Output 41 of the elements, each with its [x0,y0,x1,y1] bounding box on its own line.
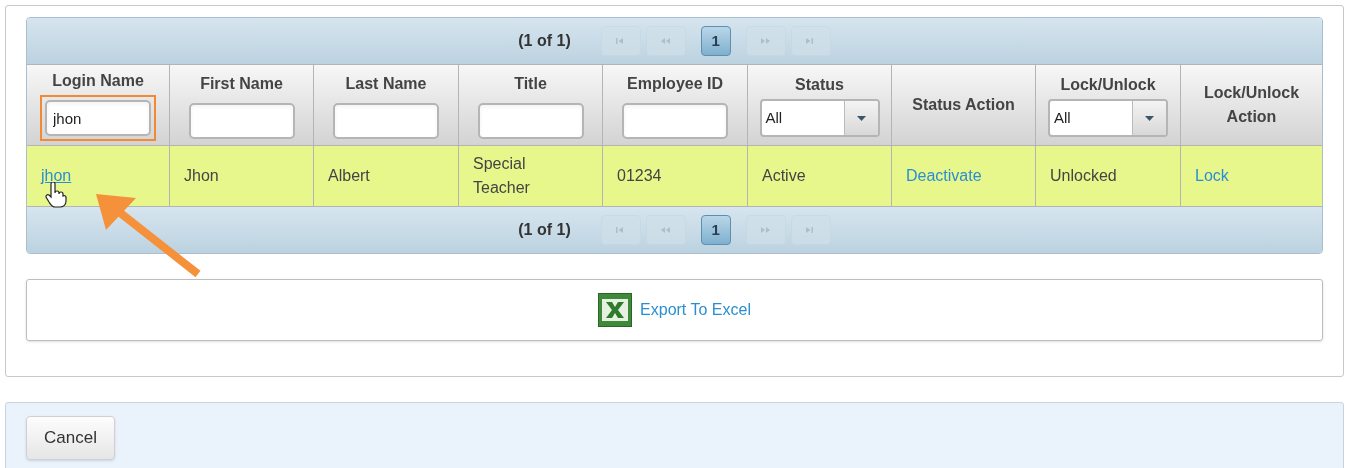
page-summary: (1 of 1) [518,31,571,51]
filter-field[interactable] [188,102,295,139]
next-icon [760,37,772,45]
column-header: Lock/Unlock Action [1202,83,1301,127]
column-header: First Name [200,73,283,94]
column-header: Employee ID [627,73,723,94]
table-link[interactable]: Deactivate [906,164,982,188]
caret-icon [1145,115,1154,121]
prev-icon [660,226,672,234]
table-cell-text: Active [762,166,806,186]
table-cell-text: Albert [328,166,370,186]
caret-icon [856,115,866,121]
export-link[interactable]: Export To Excel [640,298,751,322]
filter-field[interactable] [333,102,439,139]
table-cell-text: Unlocked [1050,166,1117,186]
cancel-button[interactable]: Cancel [26,416,115,460]
filter-dropdown[interactable]: All [759,99,880,137]
table-link[interactable]: Lock [1195,164,1229,188]
spreadsheet-icon [598,293,633,327]
filter-field[interactable] [477,102,584,139]
hand-cursor-icon [45,182,67,208]
page-summary: (1 of 1) [518,220,571,240]
filter-field[interactable] [622,102,728,139]
table-cell-text: Jhon [184,166,219,186]
prev-icon [660,37,672,45]
table-cell-text: Special Teacher [473,154,531,198]
filter-field[interactable]: jhon [45,100,151,136]
column-header: Last Name [345,73,427,94]
table-cell-text: 01234 [617,166,662,186]
page-button[interactable]: 1 [700,215,731,245]
page-button[interactable]: 1 [700,26,731,56]
dropdown-value: All [764,108,784,128]
column-header: Login Name [52,71,144,91]
table-row[interactable]: jhon Jhon Albert Special Teacher 01234 Active Deactivate Unlocked Lock [27,146,1322,207]
column-header: Status Action [912,95,1015,115]
dropdown-value: All [1053,108,1072,128]
column-header: Status [795,75,844,95]
column-header: Lock/Unlock [1060,75,1156,95]
next-icon [760,226,772,234]
filter-dropdown[interactable]: All [1048,99,1168,137]
column-header: Title [514,73,547,94]
